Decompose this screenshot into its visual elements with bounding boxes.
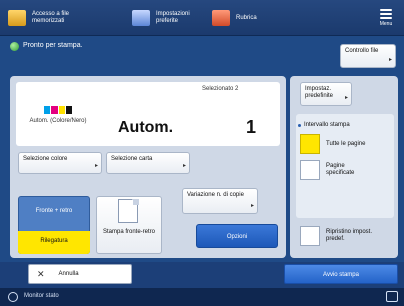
document-fold-icon bbox=[133, 199, 139, 205]
print-screen: Accesso a file memorizzati Impostazioni … bbox=[0, 0, 404, 306]
opzioni-label: Opzioni bbox=[226, 234, 248, 240]
close-icon: ✕ bbox=[37, 268, 45, 279]
all-pages-label: Tutte le pagine bbox=[326, 141, 366, 147]
stampa-fronte-retro-label: Stampa fronte-retro bbox=[102, 229, 156, 235]
chevron-right-icon: ▸ bbox=[182, 163, 186, 169]
address-book-button[interactable]: Rubrica bbox=[212, 4, 282, 32]
fronte-retro-label: Fronte + retro bbox=[35, 208, 73, 214]
reset-defaults-option[interactable] bbox=[300, 226, 320, 246]
ready-status-text: Pronto per stampa. bbox=[23, 42, 83, 49]
selezione-carta-button[interactable]: Selezione carta ▸ bbox=[106, 152, 190, 174]
selezione-colore-label: Selezione colore bbox=[23, 156, 68, 162]
annulla-label: Annulla bbox=[58, 271, 79, 277]
ready-status-icon bbox=[10, 42, 19, 51]
rilegatura-label: Rilegatura bbox=[40, 238, 68, 244]
chevron-right-icon: ▸ bbox=[94, 163, 98, 169]
address-book-label: Rubrica bbox=[236, 14, 257, 21]
impostaz-predefinite-button[interactable]: Impostaz. predefinite ▸ bbox=[300, 82, 352, 106]
folder-icon bbox=[8, 10, 26, 26]
preferred-settings-label: Impostazioni preferite bbox=[156, 11, 190, 24]
color-mode-caption: Autom. (Colore/Nero) bbox=[29, 118, 87, 124]
color-mode-icon bbox=[44, 106, 72, 114]
copies-value: 1 bbox=[246, 117, 257, 137]
avvio-stampa-button[interactable]: Avvio stampa bbox=[284, 264, 398, 284]
impostaz-predefinite-label: Impostaz. predefinite bbox=[305, 86, 334, 99]
controllo-file-button[interactable]: Controllo file ▸ bbox=[340, 44, 396, 68]
screen-settings-icon[interactable] bbox=[386, 291, 398, 302]
selezione-carta-label: Selezione carta bbox=[111, 156, 153, 162]
chevron-right-icon: ▸ bbox=[388, 57, 392, 63]
selected-count-label: Selezionato 2 bbox=[202, 86, 239, 92]
monitor-icon bbox=[8, 292, 18, 302]
specified-pages-label: Pagine specificate bbox=[326, 163, 355, 176]
menu-label: Menu bbox=[379, 20, 393, 27]
specified-pages-option[interactable] bbox=[300, 160, 320, 180]
controllo-file-label: Controllo file bbox=[345, 48, 379, 54]
status-monitor-label: Monitor stato bbox=[24, 293, 59, 299]
chevron-right-icon: ▸ bbox=[250, 203, 254, 209]
variazione-copie-label: Variazione n. di copie bbox=[187, 192, 244, 198]
preferences-icon bbox=[132, 10, 150, 26]
access-files-button[interactable]: Accesso a file memorizzati bbox=[8, 4, 118, 32]
color-mode-value: Autom. bbox=[118, 119, 174, 136]
selezione-colore-button[interactable]: Selezione colore ▸ bbox=[18, 152, 102, 174]
address-book-icon bbox=[212, 10, 230, 26]
page-range-heading: Intervallo stampa bbox=[304, 122, 350, 128]
menu-icon bbox=[380, 8, 392, 19]
access-files-label: Accesso a file memorizzati bbox=[32, 11, 70, 24]
status-monitor-bar[interactable] bbox=[0, 288, 404, 306]
all-pages-option[interactable] bbox=[300, 134, 320, 154]
opzioni-button[interactable]: Opzioni bbox=[196, 224, 278, 248]
annulla-button[interactable]: ✕ Annulla bbox=[28, 264, 132, 284]
menu-button[interactable]: Menu bbox=[374, 3, 398, 33]
reset-defaults-label: Ripristino impost. predef. bbox=[326, 229, 373, 242]
bullet-icon bbox=[298, 124, 301, 127]
variazione-copie-button[interactable]: Variazione n. di copie ▸ bbox=[182, 188, 258, 214]
avvio-stampa-label: Avvio stampa bbox=[323, 272, 359, 278]
chevron-right-icon: ▸ bbox=[344, 95, 348, 101]
preferred-settings-button[interactable]: Impostazioni preferite bbox=[132, 4, 202, 32]
